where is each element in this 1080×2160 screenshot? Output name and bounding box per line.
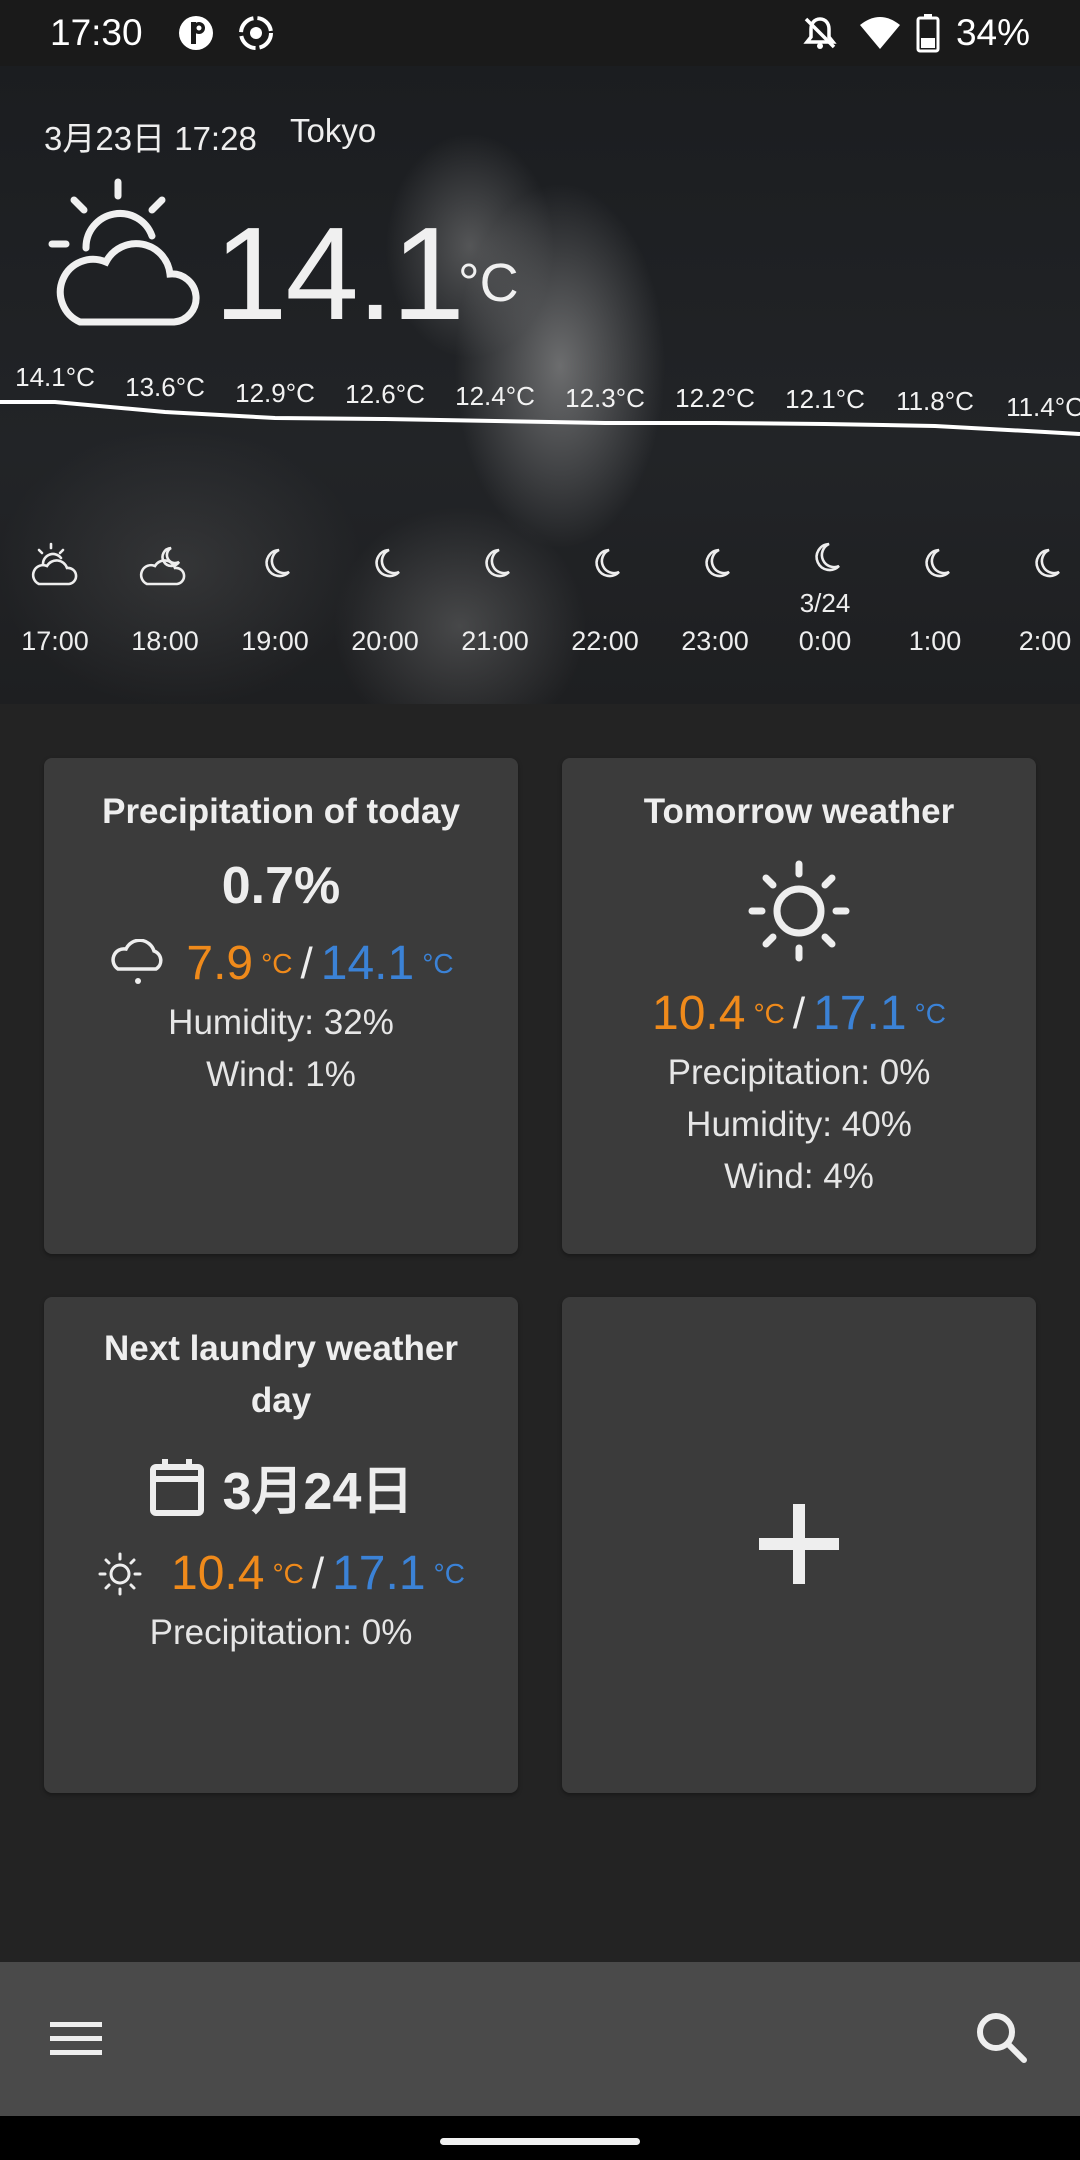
moon-icon	[1015, 540, 1075, 588]
precipitation-text: Precipitation: 0%	[149, 1613, 413, 1652]
hourly-time: 23:00	[681, 626, 749, 656]
hourly-temperature: 12.3°C	[565, 383, 645, 413]
hourly-temperature: 12.6°C	[345, 379, 425, 409]
card-precipitation-today[interactable]: Precipitation of today 0.7% 7.9 °C / 14.1…	[44, 758, 518, 1254]
low-temperature: 10.4	[171, 1547, 265, 1600]
temperature-separator: /	[300, 938, 313, 988]
add-card-button[interactable]	[562, 1297, 1036, 1793]
hourly-time: 19:00	[241, 626, 309, 656]
home-gesture-handle[interactable]	[440, 2138, 640, 2145]
low-temperature-unit: °C	[753, 997, 785, 1029]
low-temperature-unit: °C	[261, 947, 293, 979]
high-temperature: 14.1	[320, 937, 415, 990]
high-temperature: 17.1	[813, 987, 907, 1040]
temperature-separator: /	[311, 1548, 325, 1598]
card-next-laundry-day[interactable]: Next laundry weather day 3月24日 10.4 °C / …	[44, 1297, 518, 1793]
wind-text: Wind: 4%	[724, 1157, 874, 1196]
hourly-time: 1:00	[908, 626, 962, 656]
drizzle-icon	[108, 938, 168, 989]
battery-icon	[916, 13, 940, 58]
high-temperature-unit: °C	[914, 997, 946, 1029]
current-weather-hero: 3月23日 17:28 Tokyo 14.1 °C 14.1°C 17:00 13.…	[0, 66, 1080, 704]
precipitation-value: 0.7%	[221, 857, 341, 915]
menu-icon[interactable]	[50, 2018, 102, 2058]
wind-text: Wind: 1%	[206, 1055, 356, 1094]
hourly-time: 2:00	[1018, 626, 1072, 656]
humidity-text: Humidity: 40%	[686, 1105, 912, 1144]
hourly-time: 0:00	[798, 626, 852, 656]
moon-icon	[575, 540, 635, 588]
hourly-temperature: 14.1°C	[15, 362, 95, 392]
hourly-temperature: 12.4°C	[455, 381, 535, 411]
moon-icon	[795, 534, 855, 582]
hourly-time: 21:00	[461, 626, 529, 656]
sun-icon	[744, 856, 854, 966]
hourly-temperature: 12.1°C	[785, 384, 865, 414]
hourly-temperature: 12.9°C	[235, 378, 315, 408]
moon-icon	[465, 540, 525, 588]
notifications-off-icon	[800, 13, 840, 58]
low-temperature: 7.9	[186, 937, 254, 990]
hourly-time: 22:00	[571, 626, 639, 656]
low-temperature: 10.4	[652, 987, 746, 1040]
low-temperature-unit: °C	[272, 1557, 304, 1589]
hourly-temperature: 12.2°C	[675, 383, 755, 413]
hourly-time: 20:00	[351, 626, 419, 656]
hourly-temperature: 11.4°C	[1006, 392, 1080, 422]
high-temperature-unit: °C	[422, 947, 454, 979]
battery-percentage: 34%	[955, 12, 1030, 53]
card-tomorrow-weather[interactable]: Tomorrow weather 10.4 °C / 17.1 °C Precipi…	[562, 758, 1036, 1254]
card-title: Tomorrow weather	[643, 792, 955, 831]
hourly-temperature: 11.8°C	[896, 386, 974, 416]
humidity-text: Humidity: 32%	[168, 1003, 394, 1042]
card-title: Precipitation of today	[102, 792, 460, 831]
record-icon	[236, 13, 276, 58]
moon-icon	[685, 540, 745, 588]
partly-cloudy-day-icon	[25, 540, 85, 588]
high-temperature: 17.1	[332, 1547, 426, 1600]
laundry-date: 3月24日	[222, 1463, 414, 1521]
hourly-time: 17:00	[21, 626, 89, 656]
status-bar: 17:30 34%	[0, 0, 1080, 66]
bottom-app-bar	[0, 1962, 1080, 2116]
partly-cloudy-night-icon	[135, 540, 195, 588]
hourly-time: 18:00	[131, 626, 199, 656]
search-icon[interactable]	[974, 2010, 1030, 2066]
sun-icon	[97, 1551, 143, 1597]
hourly-date: 3/24	[799, 588, 851, 618]
status-time: 17:30	[50, 12, 143, 53]
moon-icon	[905, 540, 965, 588]
temperature-separator: /	[792, 988, 806, 1038]
high-temperature-unit: °C	[433, 1557, 465, 1589]
moon-icon	[355, 540, 415, 588]
wifi-icon	[858, 13, 902, 58]
precipitation-text: Precipitation: 0%	[667, 1053, 931, 1092]
hourly-temperature: 13.6°C	[125, 372, 205, 402]
card-title: Next laundry weather day	[104, 1329, 458, 1420]
moon-icon	[245, 540, 305, 588]
app-p-icon	[176, 13, 216, 58]
calendar-icon	[149, 1457, 205, 1517]
plus-icon	[759, 1504, 839, 1584]
